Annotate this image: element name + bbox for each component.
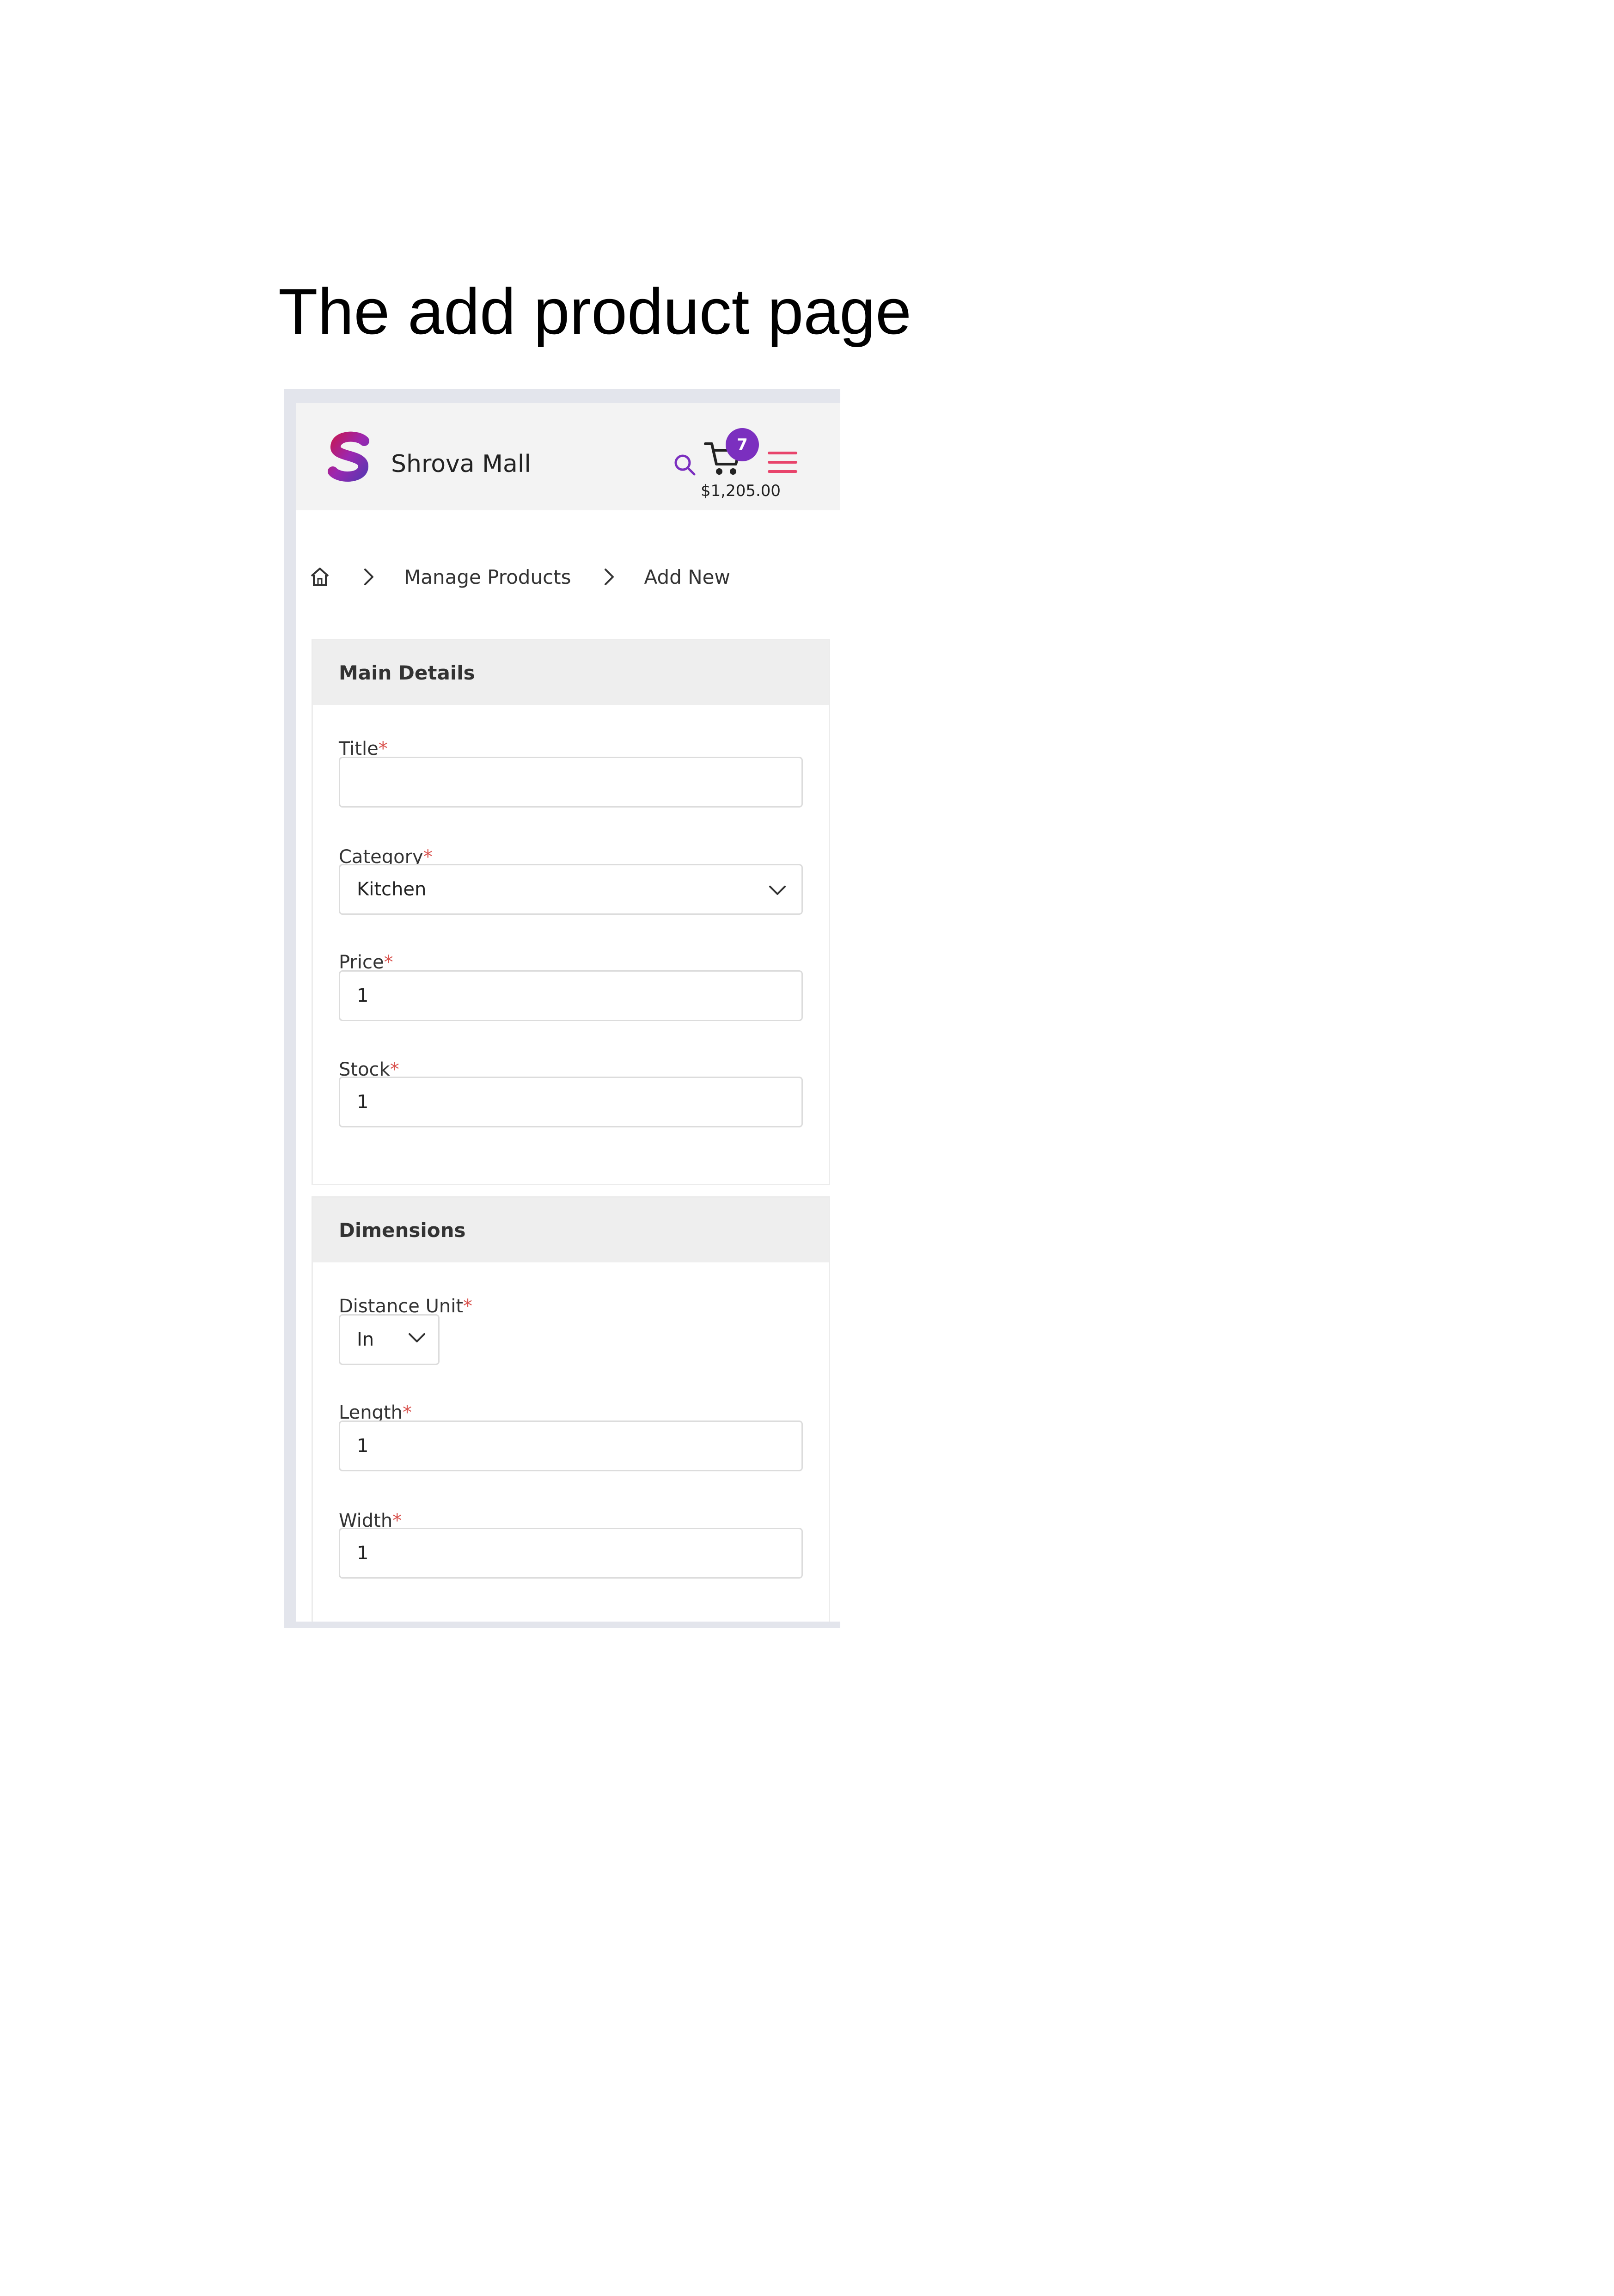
- distance-unit-select[interactable]: In: [339, 1314, 440, 1365]
- dimensions-card: Dimensions Distance Unit* In Length* 1 W…: [312, 1196, 830, 1622]
- breadcrumb-manage-products[interactable]: Manage Products: [404, 566, 571, 588]
- distance-unit-value: In: [357, 1329, 374, 1350]
- cart-count-badge: 7: [726, 428, 759, 461]
- app-header: Shrova Mall 7 $1,205.00: [296, 403, 840, 510]
- stock-input[interactable]: 1: [339, 1077, 803, 1127]
- length-input[interactable]: 1: [339, 1420, 803, 1471]
- chevron-down-icon: [769, 886, 786, 895]
- required-marker: *: [463, 1296, 473, 1317]
- price-value: 1: [357, 985, 369, 1006]
- title-input[interactable]: [339, 757, 803, 808]
- length-value: 1: [357, 1435, 369, 1457]
- chevron-right-icon: [364, 569, 373, 585]
- main-details-card: Main Details Title* Category* Kitchen Pr…: [312, 639, 830, 1185]
- price-input[interactable]: 1: [339, 970, 803, 1021]
- chevron-down-icon: [409, 1333, 425, 1342]
- width-input[interactable]: 1: [339, 1528, 803, 1579]
- document-caption: The add product page: [278, 275, 911, 348]
- screenshot-frame: Shrova Mall 7 $1,205.00 Manage Products …: [284, 389, 840, 1628]
- stock-value: 1: [357, 1091, 369, 1113]
- hamburger-menu-icon[interactable]: [767, 449, 798, 475]
- brand-name[interactable]: Shrova Mall: [391, 450, 531, 478]
- category-value: Kitchen: [357, 879, 427, 900]
- shrova-logo[interactable]: [327, 431, 372, 482]
- breadcrumb-add-new: Add New: [644, 565, 730, 588]
- chevron-right-icon: [604, 569, 614, 585]
- home-icon[interactable]: [309, 566, 331, 588]
- cart-total: $1,205.00: [701, 482, 781, 500]
- width-value: 1: [357, 1543, 369, 1564]
- dimensions-heading: Dimensions: [313, 1198, 829, 1262]
- breadcrumb: Manage Products Add New: [309, 558, 730, 595]
- search-icon[interactable]: [671, 451, 699, 479]
- category-select[interactable]: Kitchen: [339, 864, 803, 915]
- main-details-heading: Main Details: [313, 640, 829, 705]
- app-screen: Shrova Mall 7 $1,205.00 Manage Products …: [296, 403, 840, 1622]
